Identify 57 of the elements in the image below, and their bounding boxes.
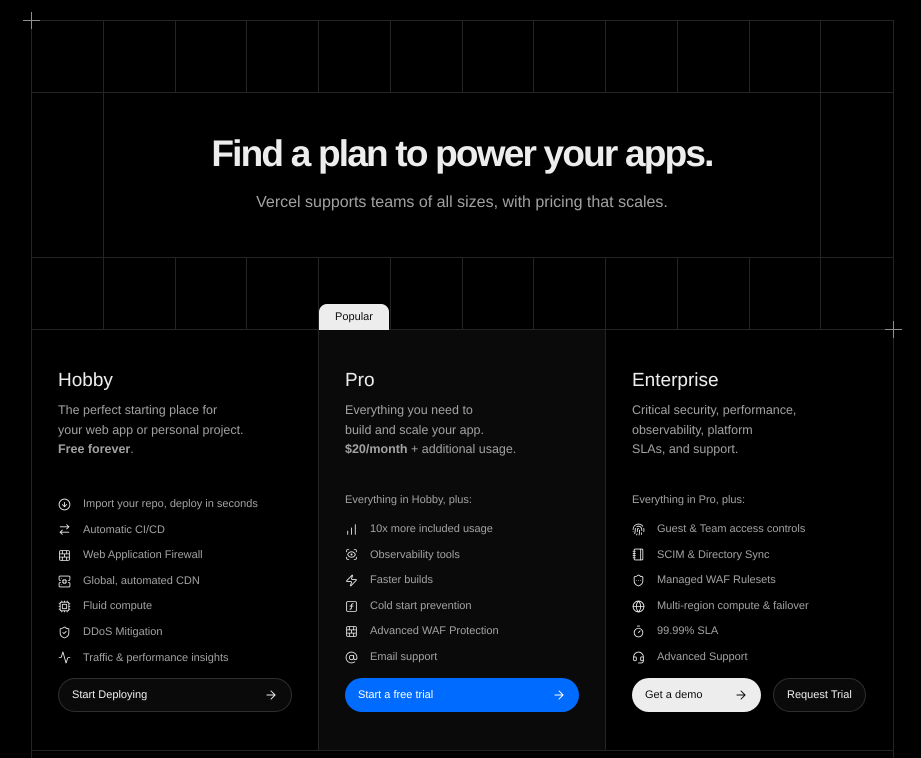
feature-text: Automatic CI/CD — [83, 522, 165, 538]
fingerprint-icon — [632, 522, 645, 536]
plan-description: The perfect starting place for your web app or personal project. Free forever. — [58, 402, 245, 458]
feature-text: Advanced WAF Protection — [370, 624, 499, 640]
feature-text: Managed WAF Rulesets — [657, 573, 776, 588]
feature-text: Faster builds — [370, 573, 433, 588]
download-icon — [58, 498, 71, 511]
cta-button[interactable]: Start a free trial — [345, 678, 579, 712]
plus-mark-icon — [885, 321, 902, 338]
bars-icon — [345, 522, 358, 536]
timer-icon — [632, 625, 645, 638]
arrow-icon — [734, 688, 748, 702]
secondary-button[interactable]: Request Trial — [773, 678, 866, 712]
feature-text: Import your repo, deploy in seconds — [83, 497, 258, 512]
feature-text: 10x more included usage — [370, 522, 493, 538]
pulse-icon — [58, 651, 71, 664]
plan-name: Enterprise — [632, 370, 720, 392]
cta-button[interactable]: Get a demo — [632, 678, 761, 712]
function-icon — [345, 600, 358, 613]
chip-icon — [58, 600, 71, 614]
feature-text: Guest & Team access controls — [657, 522, 806, 538]
page-title: Find a plan to power your apps. — [211, 132, 713, 176]
feature-text: Traffic & performance insights — [83, 650, 229, 666]
feature-text: DDoS Mitigation — [83, 625, 162, 640]
features-intro: Everything in Pro, plus: — [632, 492, 746, 508]
feature-text: SCIM & Directory Sync — [657, 548, 770, 563]
page-subtitle: Vercel supports teams of all sizes, with pricing that scales. — [256, 193, 668, 214]
headset-icon — [632, 650, 645, 664]
plan-name: Hobby — [58, 370, 114, 392]
feature-text: Fluid compute — [83, 599, 152, 614]
at-sign-icon — [345, 650, 358, 664]
notebook-icon — [632, 548, 645, 562]
features-intro: Everything in Hobby, plus: — [345, 492, 473, 508]
shield-icon — [632, 574, 645, 587]
plan-name: Pro — [345, 370, 376, 392]
plan-description: Critical security, performance, observability, platform SLAs, and support. — [632, 402, 798, 458]
globe-icon — [632, 600, 645, 613]
feature-text: Web Application Firewall — [83, 548, 203, 564]
brick-wall-icon — [58, 548, 71, 562]
eye-icon — [345, 548, 358, 562]
bolt-icon — [345, 574, 358, 587]
feature-text: Observability tools — [370, 548, 460, 563]
plus-mark-icon — [23, 12, 40, 29]
popular-badge: Popular — [319, 304, 389, 330]
brick-wall-icon — [345, 625, 358, 638]
feature-text: Email support — [370, 650, 438, 666]
feature-text: Global, automated CDN — [83, 574, 200, 589]
shield-icon — [58, 626, 71, 639]
feature-text: 99.99% SLA — [657, 624, 718, 640]
feature-text: Cold start prevention — [370, 598, 472, 614]
cta-button[interactable]: Start Deploying — [58, 678, 292, 712]
server-icon — [58, 574, 71, 588]
arrows-icon — [58, 523, 71, 536]
feature-text: Multi-region compute & failover — [657, 598, 809, 614]
feature-text: Advanced Support — [657, 650, 748, 666]
plan-description: Everything you need to build and scale your app. $20/month + additional usage. — [345, 402, 518, 458]
arrow-icon — [552, 688, 566, 702]
